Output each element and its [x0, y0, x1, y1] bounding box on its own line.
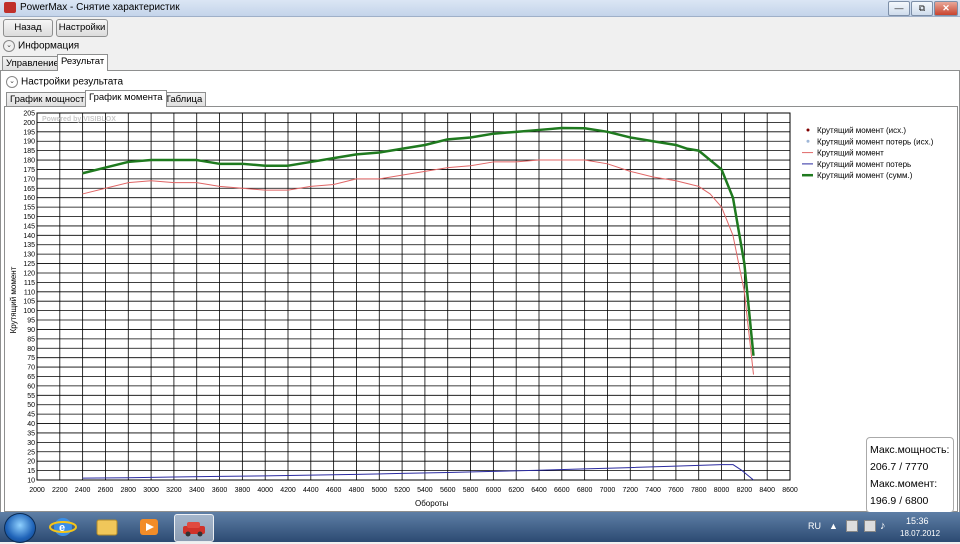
max-torque-label: Макс.момент: [870, 478, 938, 490]
app-icon [4, 2, 16, 13]
result-settings-expander[interactable]: ⌄ Настройки результата [6, 76, 123, 88]
tab-result[interactable]: Результат [57, 54, 109, 71]
volume-icon[interactable]: ♪ [880, 520, 886, 532]
action-center-icon[interactable] [864, 520, 876, 532]
svg-text:e: e [59, 522, 65, 534]
max-info-box: Макс.мощность: 206.7 / 7770 Макс.момент:… [866, 437, 954, 513]
start-button[interactable] [4, 513, 36, 543]
maximize-button[interactable]: ⧉ [911, 1, 933, 16]
tab-table[interactable]: Таблица [161, 92, 207, 107]
info-expander-label: Информация [18, 40, 80, 52]
back-button[interactable]: Назад [3, 19, 53, 37]
max-torque-value: 196.9 / 6800 [870, 495, 929, 507]
language-indicator[interactable]: RU [808, 521, 821, 531]
title-bar: PowerMax - Снятие характеристик — ⧉ ✕ [0, 0, 960, 17]
tab-control[interactable]: Управление [2, 56, 63, 71]
show-hidden-icons-icon[interactable]: ▲ [829, 521, 838, 531]
folder-icon [96, 519, 118, 536]
clock-time[interactable]: 15:36 [906, 516, 929, 526]
network-icon[interactable] [846, 520, 858, 532]
tab-torque-chart[interactable]: График момента [85, 90, 167, 107]
ie-icon: e [49, 518, 77, 536]
ie-taskbar-button[interactable]: e [44, 514, 82, 540]
max-power-label: Макс.мощность: [870, 444, 950, 456]
result-settings-label: Настройки результата [21, 76, 124, 88]
settings-button[interactable]: Настройки [56, 19, 108, 37]
window-title: PowerMax - Снятие характеристик [20, 2, 180, 13]
tab-power-chart[interactable]: График мощности [6, 92, 94, 107]
media-player-icon [140, 519, 158, 535]
info-expander[interactable]: ⌄ Информация [3, 40, 79, 52]
close-button[interactable]: ✕ [934, 1, 958, 16]
explorer-taskbar-button[interactable] [88, 514, 126, 540]
chart-panel [4, 106, 958, 512]
clock-date[interactable]: 18.07.2012 [900, 529, 940, 538]
taskbar: e RU ▲ ♪ 15:36 18.07.2012 [0, 512, 960, 543]
chevron-down-icon: ⌄ [3, 40, 15, 52]
media-player-taskbar-button[interactable] [130, 514, 168, 540]
max-power-value: 206.7 / 7770 [870, 461, 929, 473]
powermax-taskbar-button[interactable] [174, 514, 214, 542]
chevron-down-icon: ⌄ [6, 76, 18, 88]
car-icon [183, 522, 205, 537]
minimize-button[interactable]: — [888, 1, 910, 16]
